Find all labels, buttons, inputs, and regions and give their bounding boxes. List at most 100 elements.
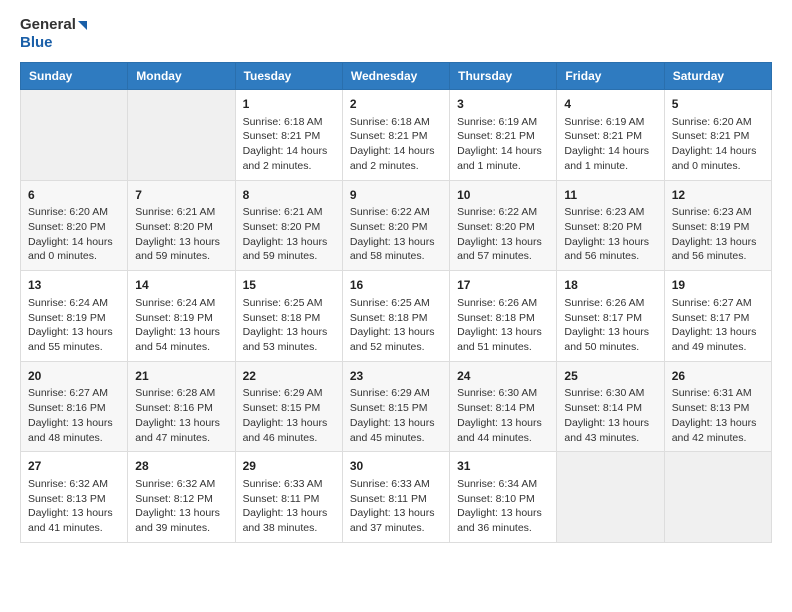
calendar-week-row: 13 Sunrise: 6:24 AM Sunset: 8:19 PM Dayli… xyxy=(21,271,772,362)
day-info: Sunrise: 6:23 AM Sunset: 8:19 PM Dayligh… xyxy=(672,205,764,264)
day-info: Sunrise: 6:31 AM Sunset: 8:13 PM Dayligh… xyxy=(672,386,764,445)
calendar-cell: 16 Sunrise: 6:25 AM Sunset: 8:18 PM Dayli… xyxy=(342,271,449,362)
weekday-header: Wednesday xyxy=(342,63,449,90)
day-number: 16 xyxy=(350,277,442,294)
weekday-header: Sunday xyxy=(21,63,128,90)
calendar-week-row: 1 Sunrise: 6:18 AM Sunset: 8:21 PM Daylig… xyxy=(21,90,772,181)
day-number: 12 xyxy=(672,187,764,204)
calendar-cell: 13 Sunrise: 6:24 AM Sunset: 8:19 PM Dayli… xyxy=(21,271,128,362)
calendar-cell: 18 Sunrise: 6:26 AM Sunset: 8:17 PM Dayli… xyxy=(557,271,664,362)
calendar-cell: 9Sunrise: 6:22 AM Sunset: 8:20 PM Daylig… xyxy=(342,180,449,271)
calendar-cell: 14Sunrise: 6:24 AM Sunset: 8:19 PM Dayli… xyxy=(128,271,235,362)
day-number: 15 xyxy=(243,277,335,294)
day-number: 21 xyxy=(135,368,227,385)
day-number: 2 xyxy=(350,96,442,113)
day-info: Sunrise: 6:20 AM Sunset: 8:20 PM Dayligh… xyxy=(28,205,120,264)
calendar-cell: 25Sunrise: 6:30 AM Sunset: 8:14 PM Dayli… xyxy=(557,361,664,452)
logo-text: General Blue xyxy=(20,16,87,52)
calendar-cell: 29Sunrise: 6:33 AM Sunset: 8:11 PM Dayli… xyxy=(235,452,342,543)
day-info: Sunrise: 6:27 AM Sunset: 8:16 PM Dayligh… xyxy=(28,386,120,445)
calendar-cell: 10Sunrise: 6:22 AM Sunset: 8:20 PM Dayli… xyxy=(450,180,557,271)
day-info: Sunrise: 6:19 AM Sunset: 8:21 PM Dayligh… xyxy=(564,115,656,174)
calendar-cell: 23Sunrise: 6:29 AM Sunset: 8:15 PM Dayli… xyxy=(342,361,449,452)
day-info: Sunrise: 6:28 AM Sunset: 8:16 PM Dayligh… xyxy=(135,386,227,445)
calendar-cell: 8Sunrise: 6:21 AM Sunset: 8:20 PM Daylig… xyxy=(235,180,342,271)
calendar-cell: 30 Sunrise: 6:33 AM Sunset: 8:11 PM Dayli… xyxy=(342,452,449,543)
day-number: 9 xyxy=(350,187,442,204)
day-number: 24 xyxy=(457,368,549,385)
calendar-cell: 7Sunrise: 6:21 AM Sunset: 8:20 PM Daylig… xyxy=(128,180,235,271)
calendar-week-row: 20Sunrise: 6:27 AM Sunset: 8:16 PM Dayli… xyxy=(21,361,772,452)
weekday-header: Tuesday xyxy=(235,63,342,90)
logo: General Blue xyxy=(20,16,87,52)
day-number: 13 xyxy=(28,277,120,294)
day-number: 19 xyxy=(672,277,764,294)
day-number: 25 xyxy=(564,368,656,385)
day-number: 4 xyxy=(564,96,656,113)
calendar-cell: 28 Sunrise: 6:32 AM Sunset: 8:12 PM Dayli… xyxy=(128,452,235,543)
day-info: Sunrise: 6:34 AM Sunset: 8:10 PM Dayligh… xyxy=(457,477,549,536)
day-number: 29 xyxy=(243,458,335,475)
calendar-cell: 5 Sunrise: 6:20 AM Sunset: 8:21 PM Daylig… xyxy=(664,90,771,181)
calendar-cell: 31 Sunrise: 6:34 AM Sunset: 8:10 PM Dayli… xyxy=(450,452,557,543)
day-number: 20 xyxy=(28,368,120,385)
day-number: 18 xyxy=(564,277,656,294)
day-number: 7 xyxy=(135,187,227,204)
day-info: Sunrise: 6:27 AM Sunset: 8:17 PM Dayligh… xyxy=(672,296,764,355)
day-number: 23 xyxy=(350,368,442,385)
calendar-cell: 12Sunrise: 6:23 AM Sunset: 8:19 PM Dayli… xyxy=(664,180,771,271)
day-info: Sunrise: 6:32 AM Sunset: 8:13 PM Dayligh… xyxy=(28,477,120,536)
day-number: 11 xyxy=(564,187,656,204)
day-info: Sunrise: 6:25 AM Sunset: 8:18 PM Dayligh… xyxy=(350,296,442,355)
day-info: Sunrise: 6:29 AM Sunset: 8:15 PM Dayligh… xyxy=(243,386,335,445)
day-number: 26 xyxy=(672,368,764,385)
day-number: 5 xyxy=(672,96,764,113)
day-info: Sunrise: 6:30 AM Sunset: 8:14 PM Dayligh… xyxy=(457,386,549,445)
day-info: Sunrise: 6:32 AM Sunset: 8:12 PM Dayligh… xyxy=(135,477,227,536)
day-number: 28 xyxy=(135,458,227,475)
page-header: General Blue xyxy=(20,16,772,52)
calendar-cell: 17 Sunrise: 6:26 AM Sunset: 8:18 PM Dayli… xyxy=(450,271,557,362)
calendar-cell: 1Sunrise: 6:18 AM Sunset: 8:21 PM Daylig… xyxy=(235,90,342,181)
day-info: Sunrise: 6:19 AM Sunset: 8:21 PM Dayligh… xyxy=(457,115,549,174)
day-info: Sunrise: 6:26 AM Sunset: 8:18 PM Dayligh… xyxy=(457,296,549,355)
day-info: Sunrise: 6:18 AM Sunset: 8:21 PM Dayligh… xyxy=(350,115,442,174)
calendar-cell xyxy=(557,452,664,543)
day-info: Sunrise: 6:33 AM Sunset: 8:11 PM Dayligh… xyxy=(350,477,442,536)
calendar-cell xyxy=(128,90,235,181)
calendar-cell: 20Sunrise: 6:27 AM Sunset: 8:16 PM Dayli… xyxy=(21,361,128,452)
day-number: 8 xyxy=(243,187,335,204)
calendar-cell: 2 Sunrise: 6:18 AM Sunset: 8:21 PM Daylig… xyxy=(342,90,449,181)
day-info: Sunrise: 6:23 AM Sunset: 8:20 PM Dayligh… xyxy=(564,205,656,264)
day-number: 17 xyxy=(457,277,549,294)
weekday-header: Friday xyxy=(557,63,664,90)
day-info: Sunrise: 6:22 AM Sunset: 8:20 PM Dayligh… xyxy=(350,205,442,264)
day-number: 31 xyxy=(457,458,549,475)
day-number: 1 xyxy=(243,96,335,113)
calendar-cell: 4 Sunrise: 6:19 AM Sunset: 8:21 PM Daylig… xyxy=(557,90,664,181)
calendar-week-row: 27Sunrise: 6:32 AM Sunset: 8:13 PM Dayli… xyxy=(21,452,772,543)
day-number: 10 xyxy=(457,187,549,204)
day-info: Sunrise: 6:20 AM Sunset: 8:21 PM Dayligh… xyxy=(672,115,764,174)
calendar-cell xyxy=(21,90,128,181)
day-info: Sunrise: 6:26 AM Sunset: 8:17 PM Dayligh… xyxy=(564,296,656,355)
day-info: Sunrise: 6:21 AM Sunset: 8:20 PM Dayligh… xyxy=(135,205,227,264)
calendar-cell: 3Sunrise: 6:19 AM Sunset: 8:21 PM Daylig… xyxy=(450,90,557,181)
day-info: Sunrise: 6:21 AM Sunset: 8:20 PM Dayligh… xyxy=(243,205,335,264)
day-info: Sunrise: 6:22 AM Sunset: 8:20 PM Dayligh… xyxy=(457,205,549,264)
day-info: Sunrise: 6:29 AM Sunset: 8:15 PM Dayligh… xyxy=(350,386,442,445)
calendar-cell: 21Sunrise: 6:28 AM Sunset: 8:16 PM Dayli… xyxy=(128,361,235,452)
calendar-cell: 22Sunrise: 6:29 AM Sunset: 8:15 PM Dayli… xyxy=(235,361,342,452)
day-info: Sunrise: 6:24 AM Sunset: 8:19 PM Dayligh… xyxy=(28,296,120,355)
calendar-header-row: SundayMondayTuesdayWednesdayThursdayFrid… xyxy=(21,63,772,90)
day-number: 22 xyxy=(243,368,335,385)
day-info: Sunrise: 6:25 AM Sunset: 8:18 PM Dayligh… xyxy=(243,296,335,355)
calendar-cell: 24Sunrise: 6:30 AM Sunset: 8:14 PM Dayli… xyxy=(450,361,557,452)
weekday-header: Saturday xyxy=(664,63,771,90)
weekday-header: Thursday xyxy=(450,63,557,90)
calendar-cell: 11Sunrise: 6:23 AM Sunset: 8:20 PM Dayli… xyxy=(557,180,664,271)
calendar-cell: 15 Sunrise: 6:25 AM Sunset: 8:18 PM Dayli… xyxy=(235,271,342,362)
day-number: 30 xyxy=(350,458,442,475)
weekday-header: Monday xyxy=(128,63,235,90)
calendar-table: SundayMondayTuesdayWednesdayThursdayFrid… xyxy=(20,62,772,543)
